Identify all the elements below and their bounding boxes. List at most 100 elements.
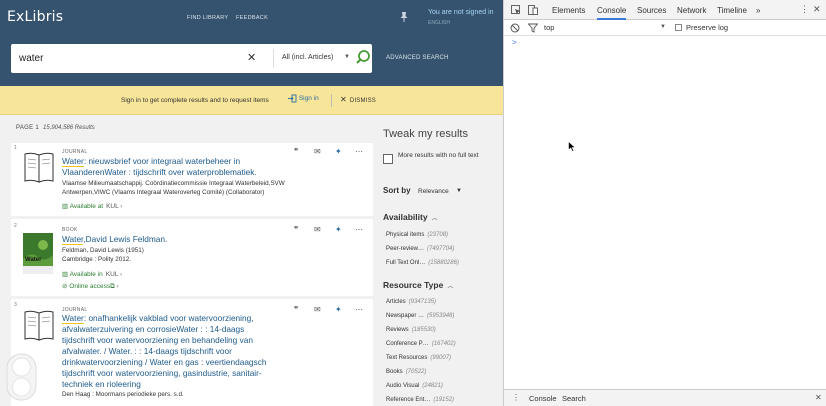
facet-item[interactable]: Physical items (23708): [386, 232, 448, 238]
chevron-right-icon: ›: [118, 271, 123, 278]
more-tabs-button[interactable]: »: [756, 6, 760, 15]
chevron-down-icon[interactable]: ▼: [344, 54, 350, 60]
email-icon[interactable]: ✉: [314, 147, 321, 156]
pin-icon[interactable]: ✦: [335, 147, 342, 156]
facet-label: Conference P…: [386, 341, 429, 347]
tab-elements[interactable]: Elements: [552, 6, 585, 15]
clear-icon[interactable]: ✕: [247, 51, 256, 64]
caret-down-icon[interactable]: ▼: [456, 188, 462, 194]
cite-icon[interactable]: ❞: [294, 147, 298, 156]
result-actions: ❞ ✉ ✦ ⋯: [294, 305, 366, 315]
devtools-panel: Elements Console Sources Network Timelin…: [503, 0, 826, 406]
menu-icon[interactable]: ⋮: [800, 4, 809, 15]
result-title[interactable]: Water: nieuwsbrief voor integraal waterb…: [62, 156, 277, 178]
dismiss-button[interactable]: ✕ DISMISS: [340, 95, 376, 104]
result-type: BOOK: [62, 227, 78, 233]
facet-count: (185530): [411, 327, 436, 333]
result-number: 1: [14, 145, 17, 151]
pin-icon[interactable]: ✦: [335, 305, 342, 314]
email-icon[interactable]: ✉: [314, 305, 321, 314]
result-item[interactable]: 3 JOURNAL Water: onafhankelijk vakblad v…: [11, 299, 373, 406]
preserve-log-checkbox[interactable]: [675, 24, 682, 31]
more-icon[interactable]: ⋯: [355, 147, 363, 156]
tweak-title: Tweak my results: [383, 128, 468, 140]
pin-icon[interactable]: ✦: [335, 225, 342, 234]
preserve-log-label[interactable]: Preserve log: [686, 23, 728, 32]
facet-label: Peer-review…: [386, 246, 425, 252]
caret-down-icon[interactable]: ▼: [660, 24, 666, 30]
title-highlight: Water: [62, 234, 84, 245]
facet-item[interactable]: Books (70522): [386, 369, 426, 375]
facet-item[interactable]: Audio Visual (24821): [386, 383, 443, 389]
menu-icon[interactable]: ⋮: [512, 393, 520, 402]
more-icon[interactable]: ⋯: [355, 225, 363, 234]
page-number: PAGE 1: [16, 125, 40, 131]
library-name: KUL: [106, 203, 119, 210]
result-type: JOURNAL: [62, 149, 88, 155]
result-title[interactable]: Water: onafhankelijk vakblad voor waterv…: [62, 313, 277, 390]
facet-item[interactable]: Conference P… (167402): [386, 341, 456, 347]
search-icon[interactable]: [354, 47, 372, 69]
facet-item[interactable]: Newspaper … (5953948): [386, 313, 454, 319]
feedback-link[interactable]: FEEDBACK: [236, 15, 268, 21]
cite-icon[interactable]: ❞: [294, 305, 298, 314]
tab-sources[interactable]: Sources: [637, 6, 666, 15]
console-prompt[interactable]: >: [512, 38, 517, 47]
mouse-cursor-icon: [568, 141, 576, 152]
search-input[interactable]: [19, 50, 239, 66]
sort-select[interactable]: Relevance: [418, 188, 449, 195]
availability-status[interactable]: ▥ Available at KUL ›: [62, 202, 122, 210]
scope-select[interactable]: All (incl. Articles): [282, 54, 333, 61]
drawer-tab-console[interactable]: Console: [529, 394, 557, 403]
tab-network[interactable]: Network: [677, 6, 706, 15]
banner-signin-label: Sign in: [298, 95, 319, 102]
more-icon[interactable]: ⋯: [355, 305, 363, 314]
more-results-label[interactable]: More results with no full text: [398, 151, 488, 160]
facet-resource-header[interactable]: Resource Type ︿: [383, 280, 453, 290]
inspect-element-icon[interactable]: [511, 5, 521, 15]
facet-item[interactable]: Peer-review… (7497704): [386, 246, 454, 252]
journal-icon: [24, 310, 54, 341]
availability-label: Available at: [69, 203, 104, 210]
online-access-link[interactable]: ⊘ Online access⧉ ›: [62, 282, 119, 291]
exlibris-logo[interactable]: ExLibris: [7, 9, 63, 25]
facet-item[interactable]: Text Resources (99007): [386, 355, 451, 361]
divider: [273, 49, 274, 68]
title-rest: : onafhankelijk vakblad voor watervoorzi…: [62, 313, 267, 389]
facet-label: Full Text Onl…: [386, 260, 426, 266]
facet-item[interactable]: Full Text Onl… (15880286): [386, 260, 459, 266]
divider: [331, 94, 332, 107]
device-toolbar-icon[interactable]: [528, 5, 538, 15]
facet-item[interactable]: Reference Ent… (19152): [386, 397, 454, 403]
touch-drag-handle[interactable]: [5, 352, 38, 402]
result-title[interactable]: Water,David Lewis Feldman.: [62, 234, 277, 245]
close-icon[interactable]: ✕: [813, 4, 821, 15]
close-icon[interactable]: ✕: [815, 393, 822, 402]
facet-item[interactable]: Reviews (185530): [386, 327, 436, 333]
more-results-checkbox[interactable]: [383, 154, 393, 164]
tab-console[interactable]: Console: [597, 6, 627, 20]
close-icon: ✕: [340, 95, 347, 104]
result-item[interactable]: 2 Water BOOK Water,David Lewis Feldman. …: [11, 219, 373, 296]
result-actions: ❞ ✉ ✦ ⋯: [294, 225, 366, 235]
cover-illustration: [23, 233, 53, 274]
email-icon[interactable]: ✉: [314, 225, 321, 234]
context-select[interactable]: top: [544, 23, 554, 32]
journal-icon: [24, 152, 54, 183]
clear-console-icon[interactable]: [510, 23, 520, 33]
title-rest: ,David Lewis Feldman.: [83, 234, 168, 244]
availability-status[interactable]: ▥ Available in KUL ›: [62, 270, 122, 278]
result-item[interactable]: 1 JOURNAL Water: nieuwsbrief voor integr…: [11, 143, 373, 216]
banner-signin-link[interactable]: Sign in: [288, 94, 319, 103]
find-library-link[interactable]: FIND LIBRARY: [187, 15, 228, 21]
banner-message: Sign in to get complete results and to r…: [121, 97, 269, 104]
cite-icon[interactable]: ❞: [294, 225, 298, 234]
facet-count: (70522): [405, 369, 427, 375]
filter-icon[interactable]: [528, 23, 538, 33]
facet-count: (15880286): [428, 260, 459, 266]
drawer-tab-search[interactable]: Search: [562, 394, 586, 403]
facet-label: Reviews: [386, 327, 409, 333]
facet-availability-header[interactable]: Availability ︿: [383, 212, 438, 222]
tab-timeline[interactable]: Timeline: [717, 6, 747, 15]
facet-item[interactable]: Articles (9347135): [386, 299, 436, 305]
